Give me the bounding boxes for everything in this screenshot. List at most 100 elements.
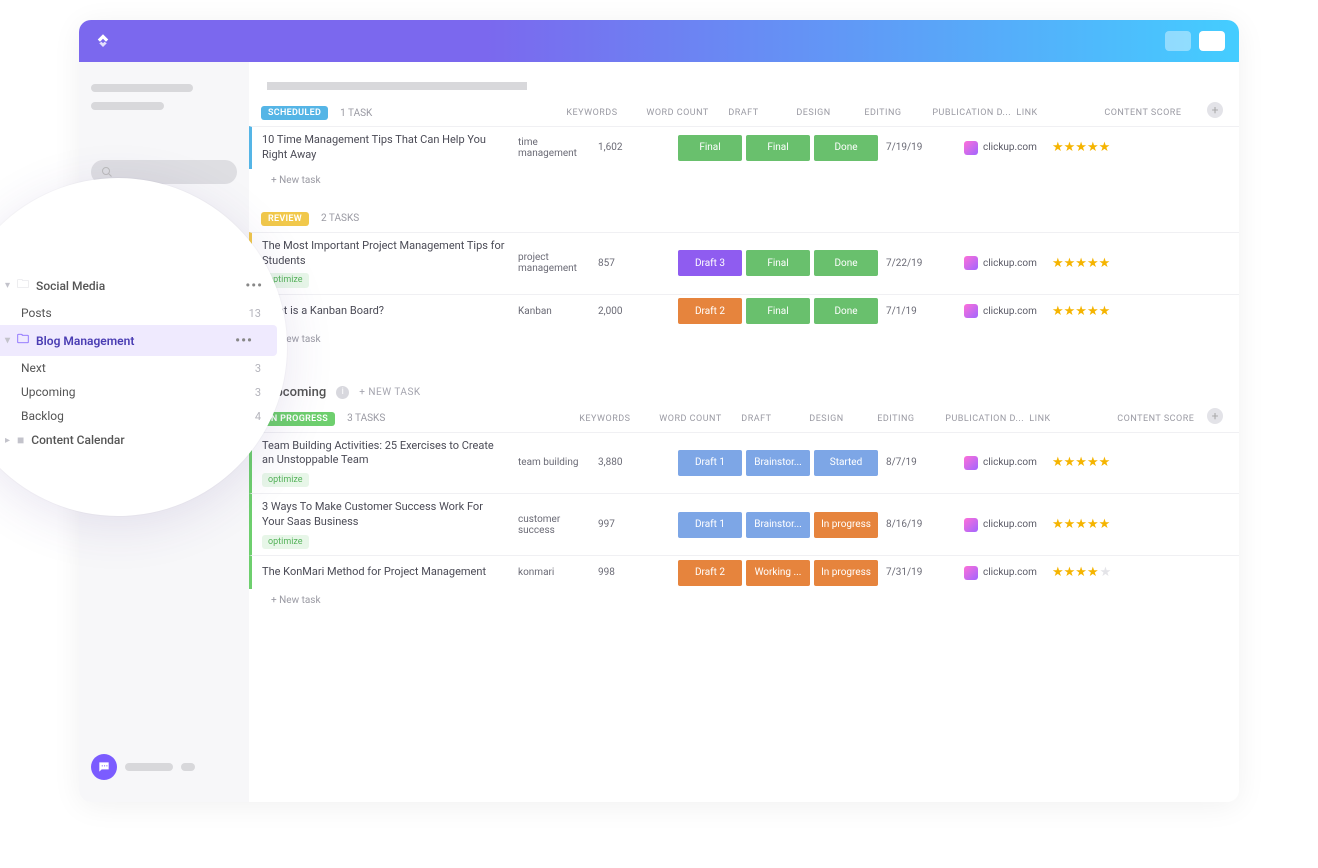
- status-pill-review[interactable]: REVIEW: [261, 212, 309, 226]
- cell-draft[interactable]: Final: [678, 135, 742, 161]
- cell-link[interactable]: clickup.com: [964, 566, 1052, 580]
- clickup-logo-icon: [93, 31, 113, 51]
- header-button-2[interactable]: [1199, 31, 1225, 51]
- cell-editing[interactable]: Started: [814, 450, 878, 476]
- sidebar-item-label: Upcoming: [21, 385, 75, 399]
- col-word-count: WORD COUNT: [659, 414, 741, 424]
- task-title[interactable]: The Most Important Project Management Ti…: [252, 233, 514, 294]
- cell-date[interactable]: 8/16/19: [880, 519, 964, 530]
- cell-editing[interactable]: In progress: [814, 512, 878, 538]
- task-row[interactable]: The Most Important Project Management Ti…: [249, 232, 1239, 294]
- sidebar-placeholder: [91, 102, 164, 110]
- info-icon[interactable]: i: [336, 386, 349, 399]
- cell-link[interactable]: clickup.com: [964, 456, 1052, 470]
- cell-draft[interactable]: Draft 3: [678, 250, 742, 276]
- task-title[interactable]: 3 Ways To Make Customer Success Work For…: [252, 494, 514, 555]
- cell-date[interactable]: 7/1/19: [880, 306, 964, 317]
- col-link: LINK: [1016, 108, 1104, 118]
- section-review: REVIEW 2 TASKS The Most Important Projec…: [249, 210, 1239, 349]
- cell-editing[interactable]: Done: [814, 298, 878, 324]
- chevron-right-icon: ▸: [5, 435, 10, 446]
- cell-keywords: Kanban: [514, 306, 594, 317]
- task-row[interactable]: What is a Kanban Board? Kanban 2,000 Dra…: [249, 294, 1239, 328]
- cell-wordcount: 997: [594, 519, 676, 530]
- clickup-link-icon: [964, 456, 978, 470]
- cell-stars[interactable]: ★★★★★: [1052, 304, 1152, 319]
- task-row[interactable]: 10 Time Management Tips That Can Help Yo…: [249, 126, 1239, 169]
- sidebar-item-upcoming[interactable]: Upcoming 3: [0, 380, 287, 404]
- header-actions: [1165, 31, 1225, 51]
- cell-stars[interactable]: ★★★★★: [1052, 140, 1152, 155]
- col-publication: PUBLICATION D...: [932, 108, 1016, 118]
- sidebar-item-content-calendar[interactable]: ▸ ■ Content Calendar: [0, 428, 287, 452]
- cell-draft[interactable]: Draft 1: [678, 512, 742, 538]
- cell-editing[interactable]: Done: [814, 250, 878, 276]
- cell-editing[interactable]: In progress: [814, 560, 878, 586]
- clickup-link-icon: [964, 256, 978, 270]
- add-column-icon[interactable]: +: [1207, 102, 1223, 118]
- section-scheduled: + SCHEDULED 1 TASK KEYWORDS WORD COUNT D…: [249, 104, 1239, 190]
- col-editing: EDITING: [877, 414, 945, 424]
- new-task-button[interactable]: + New task: [249, 328, 1239, 349]
- cell-link[interactable]: clickup.com: [964, 256, 1052, 270]
- cell-wordcount: 2,000: [594, 306, 676, 317]
- task-count: 2 TASKS: [321, 213, 359, 224]
- task-title[interactable]: What is a Kanban Board?: [252, 298, 514, 325]
- task-row[interactable]: Team Building Activities: 25 Exercises t…: [249, 432, 1239, 494]
- cell-design[interactable]: Brainstor...: [746, 450, 810, 476]
- task-row[interactable]: The KonMari Method for Project Managemen…: [249, 555, 1239, 589]
- task-title[interactable]: 10 Time Management Tips That Can Help Yo…: [252, 127, 514, 169]
- tag-optimize[interactable]: optimize: [262, 535, 309, 549]
- sidebar-item-label: Social Media: [36, 279, 105, 293]
- section-new-task[interactable]: + NEW TASK: [359, 387, 420, 398]
- cell-design[interactable]: Brainstor...: [746, 512, 810, 538]
- clickup-link-icon: [964, 304, 978, 318]
- sidebar-item-social-media[interactable]: ▾ 🗀 Social Media •••: [0, 270, 287, 301]
- cell-design[interactable]: Final: [746, 298, 810, 324]
- task-title[interactable]: The KonMari Method for Project Managemen…: [252, 559, 514, 586]
- cell-link[interactable]: clickup.com: [964, 518, 1052, 532]
- cell-date[interactable]: 8/7/19: [880, 457, 964, 468]
- footer-placeholder: [125, 763, 173, 771]
- cell-keywords: konmari: [514, 567, 594, 578]
- cell-date[interactable]: 7/31/19: [880, 567, 964, 578]
- status-pill-scheduled[interactable]: SCHEDULED: [261, 106, 328, 120]
- cell-design[interactable]: Final: [746, 135, 810, 161]
- tag-optimize[interactable]: optimize: [262, 473, 309, 487]
- cell-design[interactable]: Final: [746, 250, 810, 276]
- sidebar-item-blog-management[interactable]: ▾ 🗀 Blog Management •••: [0, 325, 277, 356]
- task-row[interactable]: 3 Ways To Make Customer Success Work For…: [249, 493, 1239, 555]
- col-draft: DRAFT: [741, 414, 809, 424]
- sidebar-item-backlog[interactable]: Backlog 4: [0, 404, 287, 428]
- new-task-button[interactable]: + New task: [249, 589, 1239, 610]
- header-button-1[interactable]: [1165, 31, 1191, 51]
- cell-draft[interactable]: Draft 2: [678, 298, 742, 324]
- cell-keywords: time management: [514, 137, 594, 159]
- clickup-link-icon: [964, 566, 978, 580]
- cell-stars[interactable]: ★★★★★: [1052, 565, 1152, 580]
- cell-stars[interactable]: ★★★★★: [1052, 256, 1152, 271]
- cell-link[interactable]: clickup.com: [964, 141, 1052, 155]
- more-icon[interactable]: •••: [245, 278, 267, 294]
- main-header-placeholder: [249, 82, 1239, 104]
- folder-solid-icon: ■: [17, 433, 24, 447]
- cell-stars[interactable]: ★★★★★: [1052, 455, 1152, 470]
- cell-design[interactable]: Working ...: [746, 560, 810, 586]
- cell-date[interactable]: 7/19/19: [880, 142, 964, 153]
- add-column-icon[interactable]: +: [1207, 408, 1223, 424]
- search-icon: [101, 166, 113, 178]
- cell-editing[interactable]: Done: [814, 135, 878, 161]
- cell-keywords: project management: [514, 252, 594, 274]
- cell-wordcount: 998: [594, 567, 676, 578]
- sidebar-item-posts[interactable]: Posts 13: [0, 301, 287, 325]
- cell-draft[interactable]: Draft 1: [678, 450, 742, 476]
- cell-link[interactable]: clickup.com: [964, 304, 1052, 318]
- more-icon[interactable]: •••: [235, 333, 257, 349]
- sidebar-item-next[interactable]: Next 3: [0, 356, 287, 380]
- chat-icon[interactable]: [91, 754, 117, 780]
- task-title[interactable]: Team Building Activities: 25 Exercises t…: [252, 433, 514, 494]
- new-task-button[interactable]: + New task: [249, 169, 1239, 190]
- cell-draft[interactable]: Draft 2: [678, 560, 742, 586]
- cell-date[interactable]: 7/22/19: [880, 258, 964, 269]
- cell-stars[interactable]: ★★★★★: [1052, 517, 1152, 532]
